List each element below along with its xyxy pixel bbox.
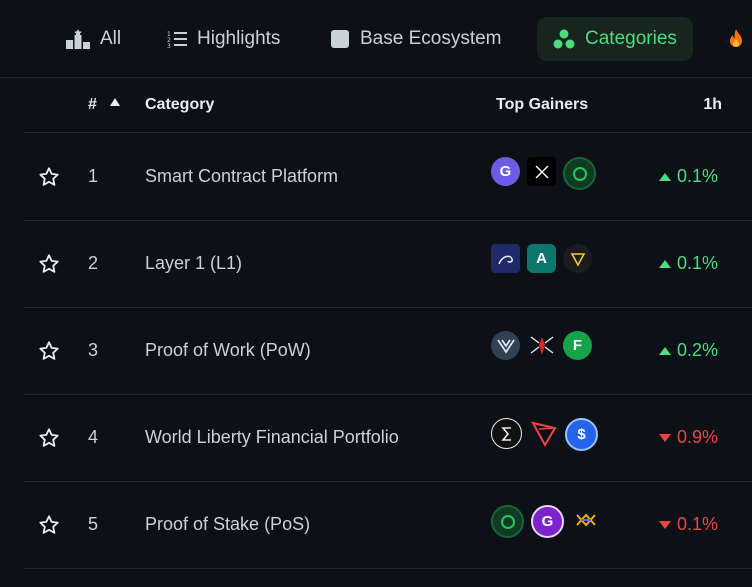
tab-highlights-label: Highlights <box>197 28 281 49</box>
coin-logo[interactable] <box>527 331 556 360</box>
tab-all-label: All <box>100 28 122 49</box>
row-rank: 3 <box>88 340 99 360</box>
star-icon[interactable] <box>38 166 60 188</box>
spider-icon <box>530 335 553 355</box>
tab-categories[interactable]: Categories <box>537 17 693 61</box>
coin-logo[interactable] <box>563 244 592 273</box>
triangle-circles-icon <box>553 29 575 49</box>
top-gainers: G <box>491 505 600 538</box>
crescent-icon <box>572 166 587 181</box>
coin-logo[interactable]: $ <box>565 418 598 451</box>
coin-logo[interactable]: F <box>563 331 592 360</box>
table-row[interactable]: 1 Smart Contract Platform G 0.1% <box>24 133 752 221</box>
coin-logo[interactable] <box>491 244 520 273</box>
star-icon[interactable] <box>38 253 60 275</box>
table-row[interactable]: 3 Proof of Work (PoW) F 0.2% <box>24 307 752 395</box>
rank-column-header[interactable]: # <box>88 96 97 114</box>
table-row[interactable]: 5 Proof of Stake (PoS) G 0.1% <box>24 481 752 569</box>
coin-logo[interactable]: A <box>527 244 556 273</box>
change-1h: 0.1% <box>658 253 718 274</box>
top-gainers: F <box>491 331 592 360</box>
category-name[interactable]: Smart Contract Platform <box>145 166 338 187</box>
tab-trending[interactable] <box>726 17 746 61</box>
knot-icon <box>575 513 596 526</box>
caret-down-icon <box>658 433 671 442</box>
table-row[interactable]: 4 World Liberty Financial Portfolio $ 0.… <box>24 394 752 482</box>
coin-logo[interactable] <box>529 418 558 447</box>
row-rank: 5 <box>88 514 99 534</box>
tab-base-ecosystem-label: Base Ecosystem <box>360 28 502 49</box>
top-gainers-column-header: Top Gainers <box>496 96 589 113</box>
shield-emblem-icon <box>570 252 585 267</box>
row-rank: 4 <box>88 427 99 447</box>
row-rank: 2 <box>88 253 99 273</box>
top-gainers: G <box>491 157 596 190</box>
change-value: 0.1% <box>676 166 718 186</box>
change-value: 0.1% <box>676 253 718 273</box>
row-rank: 1 <box>88 166 99 186</box>
tab-categories-label: Categories <box>585 28 677 49</box>
change-value: 0.2% <box>676 340 718 360</box>
change-1h: 0.9% <box>658 427 718 448</box>
category-name[interactable]: Proof of Work (PoW) <box>145 340 311 361</box>
base-logo-icon <box>331 30 349 48</box>
tab-all[interactable]: All <box>66 17 121 61</box>
change-1h-column-header[interactable]: 1h <box>703 96 722 114</box>
coin-logo[interactable] <box>491 331 520 360</box>
sort-ascending-icon[interactable] <box>110 98 120 106</box>
svg-text:3: 3 <box>167 43 171 48</box>
chevron-v-icon <box>496 339 515 353</box>
star-icon[interactable] <box>38 514 60 536</box>
coin-logo[interactable] <box>491 418 522 449</box>
star-icon[interactable] <box>38 427 60 449</box>
table-header: # Category Top Gainers 1h <box>24 77 752 133</box>
tron-icon <box>530 421 557 447</box>
coin-logo[interactable] <box>527 157 556 186</box>
category-name[interactable]: World Liberty Financial Portfolio <box>145 427 399 448</box>
category-name[interactable]: Proof of Stake (PoS) <box>145 514 310 535</box>
coin-logo[interactable] <box>571 505 600 534</box>
crescent-icon <box>500 514 515 529</box>
coin-logo[interactable] <box>563 157 596 190</box>
coin-logo[interactable]: G <box>531 505 564 538</box>
list-icon: 123 <box>167 31 187 48</box>
change-1h: 0.1% <box>658 166 718 187</box>
change-value: 0.9% <box>676 427 718 447</box>
x-mark-icon <box>534 164 549 179</box>
fire-icon <box>730 29 742 47</box>
caret-up-icon <box>658 346 671 355</box>
category-name[interactable]: Layer 1 (L1) <box>145 253 242 274</box>
tab-highlights[interactable]: 123 Highlights <box>167 17 280 61</box>
tab-base-ecosystem[interactable]: Base Ecosystem <box>330 17 502 61</box>
sigma-icon <box>500 426 511 441</box>
top-gainers: A <box>491 244 592 273</box>
caret-up-icon <box>658 259 671 268</box>
star-icon[interactable] <box>38 340 60 362</box>
change-value: 0.1% <box>676 514 718 534</box>
caret-up-icon <box>658 172 671 181</box>
change-1h: 0.2% <box>658 340 718 361</box>
swirl-icon <box>497 255 513 264</box>
table-row[interactable]: 2 Layer 1 (L1) A 0.1% <box>24 220 752 308</box>
podium-icon <box>66 29 90 49</box>
top-gainers: $ <box>491 418 598 451</box>
category-column-header[interactable]: Category <box>145 96 214 114</box>
coin-logo[interactable]: G <box>491 157 520 186</box>
category-tabs: All 123 Highlights Base Ecosystem Catego… <box>0 0 752 78</box>
coin-logo[interactable] <box>491 505 524 538</box>
change-1h: 0.1% <box>658 514 718 535</box>
caret-down-icon <box>658 520 671 529</box>
